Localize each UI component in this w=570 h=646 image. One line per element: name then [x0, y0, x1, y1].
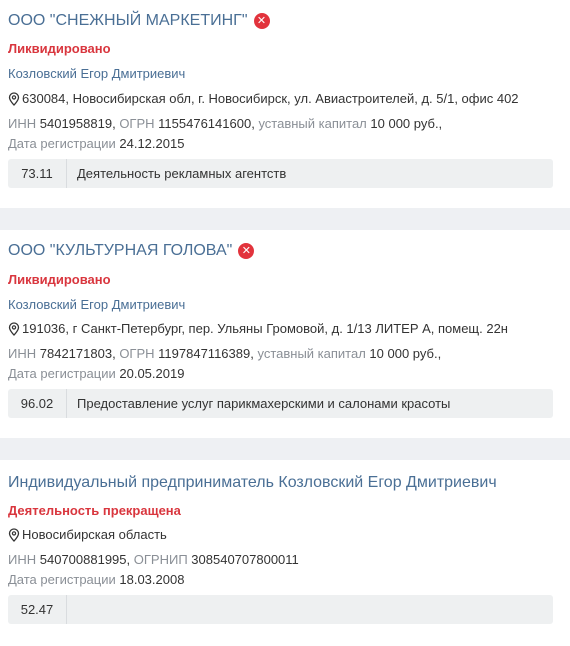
company-card: ООО "СНЕЖНЫЙ МАРКЕТИНГ" ✕ Ликвидировано … — [0, 0, 570, 208]
director-link[interactable]: Козловский Егор Дмитриевич — [8, 297, 185, 312]
reg-date: 20.05.2019 — [119, 366, 185, 381]
company-title-row: ООО "СНЕЖНЫЙ МАРКЕТИНГ" ✕ — [8, 12, 270, 30]
entrepreneur-card: Индивидуальный предприниматель Козловски… — [0, 460, 570, 646]
okved-description: Деятельность рекламных агентств — [77, 166, 287, 181]
address-text: Новосибирская область — [22, 527, 167, 542]
location-pin-icon — [8, 321, 20, 336]
okved-row: 73.11 Деятельность рекламных агентств — [8, 159, 553, 188]
reg-label: Дата регистрации — [8, 136, 116, 151]
capital-value: 10 000 руб., — [370, 116, 443, 131]
inn-value: 540700881995 — [39, 552, 127, 567]
okved-code: 73.11 — [8, 159, 67, 188]
ogrn-label: ОГРН — [119, 346, 155, 361]
capital-label: уставный капитал — [258, 116, 367, 131]
inn-label: ИНН — [8, 116, 37, 131]
capital-value: 10 000 руб., — [369, 346, 442, 361]
company-title-link[interactable]: ООО "СНЕЖНЫЙ МАРКЕТИНГ" — [8, 12, 248, 30]
status-label: Деятельность прекращена — [8, 503, 181, 518]
requisites-line: ИНН 7842171803, ОГРН 1197847116389, уста… — [8, 346, 442, 361]
address-text: 191036, г Санкт-Петербург, пер. Ульяны Г… — [22, 321, 508, 336]
ogrnip-value: 308540707800011 — [191, 552, 299, 567]
inn-value: 7842171803 — [39, 346, 113, 361]
registration-line: Дата регистрации 18.03.2008 — [8, 572, 184, 587]
company-title-link[interactable]: ООО "КУЛЬТУРНАЯ ГОЛОВА" — [8, 242, 232, 260]
company-card: ООО "КУЛЬТУРНАЯ ГОЛОВА" ✕ Ликвидировано … — [0, 230, 570, 438]
reg-label: Дата регистрации — [8, 366, 116, 381]
address: 630084, Новосибирская обл, г. Новосибирс… — [8, 91, 519, 106]
company-title-row: ООО "КУЛЬТУРНАЯ ГОЛОВА" ✕ — [8, 242, 255, 260]
address-text: 630084, Новосибирская обл, г. Новосибирс… — [22, 91, 519, 106]
status-label: Ликвидировано — [8, 272, 111, 287]
okved-row: 52.47 — [8, 595, 553, 624]
location-pin-icon — [8, 527, 20, 542]
ogrnip-label: ОГРНИП — [133, 552, 188, 567]
location-pin-icon — [8, 91, 20, 106]
okved-code: 52.47 — [8, 595, 67, 624]
entrepreneur-title-link[interactable]: Индивидуальный предприниматель Козловски… — [8, 474, 497, 492]
capital-label: уставный капитал — [257, 346, 366, 361]
okved-row: 96.02 Предоставление услуг парикмахерски… — [8, 389, 553, 418]
address: 191036, г Санкт-Петербург, пер. Ульяны Г… — [8, 321, 508, 336]
reg-date: 24.12.2015 — [119, 136, 185, 151]
reg-date: 18.03.2008 — [119, 572, 185, 587]
inn-label: ИНН — [8, 552, 37, 567]
director-link[interactable]: Козловский Егор Дмитриевич — [8, 66, 185, 81]
close-icon: ✕ — [238, 243, 255, 259]
requisites-line: ИНН 5401958819, ОГРН 1155476141600, уста… — [8, 116, 443, 131]
ogrn-value: 1197847116389 — [158, 346, 251, 361]
address: Новосибирская область — [8, 527, 167, 542]
company-title-row: Индивидуальный предприниматель Козловски… — [8, 474, 497, 492]
ogrn-label: ОГРН — [119, 116, 155, 131]
okved-description: Предоставление услуг парикмахерскими и с… — [77, 396, 451, 411]
inn-value: 5401958819 — [39, 116, 113, 131]
requisites-line: ИНН 540700881995, ОГРНИП 308540707800011 — [8, 552, 299, 567]
inn-label: ИНН — [8, 346, 37, 361]
status-label: Ликвидировано — [8, 41, 111, 56]
registration-line: Дата регистрации 20.05.2019 — [8, 366, 184, 381]
okved-code: 96.02 — [8, 389, 67, 418]
reg-label: Дата регистрации — [8, 572, 116, 587]
close-icon: ✕ — [253, 13, 270, 29]
registration-line: Дата регистрации 24.12.2015 — [8, 136, 184, 151]
ogrn-value: 1155476141600 — [158, 116, 252, 131]
